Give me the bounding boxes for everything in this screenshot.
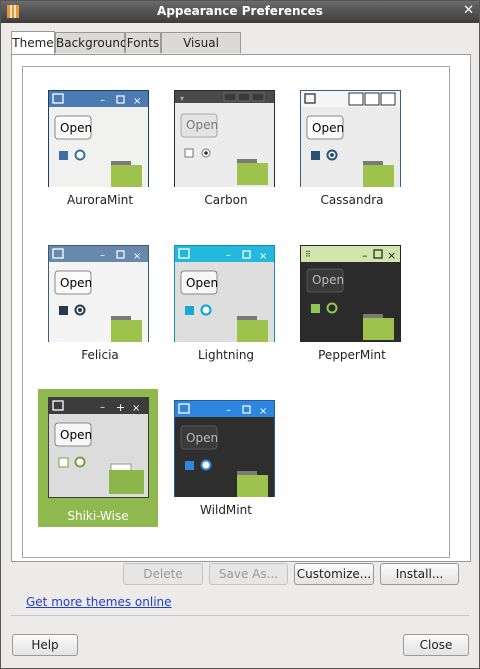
theme-label: Carbon: [204, 193, 248, 207]
svg-text:Open: Open: [60, 428, 92, 442]
delete-button[interactable]: Delete: [123, 563, 203, 585]
theme-label: Felicia: [81, 348, 119, 362]
theme-label: AuroraMint: [66, 193, 134, 207]
svg-text:–: –: [100, 402, 105, 413]
svg-text:×: ×: [259, 251, 267, 262]
theme-preview: – × Open: [174, 400, 275, 497]
svg-text:–: –: [100, 250, 105, 261]
theme-preview: ▾ Open: [174, 90, 275, 187]
theme-panel: – × Open AuroraMint ▾ Open Carbon Open C…: [11, 54, 471, 562]
svg-text:–: –: [226, 405, 231, 416]
theme-preview: – × Open: [48, 245, 149, 342]
appearance-preferences-window: Appearance Preferences ✕ Theme Backgroun…: [0, 0, 480, 669]
close-button[interactable]: Close: [403, 634, 469, 656]
svg-text:Open: Open: [60, 121, 92, 135]
svg-text:▾: ▾: [180, 94, 184, 103]
get-more-themes-link[interactable]: Get more themes online: [26, 595, 172, 609]
svg-text:Open: Open: [60, 276, 92, 290]
window-title: Appearance Preferences: [157, 4, 323, 18]
theme-grid: – × Open AuroraMint ▾ Open Carbon Open C…: [22, 66, 450, 558]
theme-label: Shiki-Wise: [67, 509, 129, 523]
theme-preview: – + × Open: [48, 397, 149, 498]
svg-text:Open: Open: [186, 118, 218, 132]
customize-button[interactable]: Customize...: [294, 563, 374, 585]
title-bar[interactable]: Appearance Preferences ✕: [1, 1, 479, 23]
theme-preview: ⠿ – × Open: [300, 245, 401, 342]
tab-theme[interactable]: Theme: [11, 31, 55, 54]
tab-background[interactable]: Background: [55, 32, 128, 53]
theme-preview: – × Open: [174, 245, 275, 342]
svg-text:⠿: ⠿: [305, 250, 311, 259]
help-button[interactable]: Help: [12, 634, 78, 656]
svg-text:×: ×: [259, 406, 267, 417]
svg-text:×: ×: [133, 96, 141, 107]
theme-item-peppermint[interactable]: ⠿ – × Open PepperMint: [292, 232, 412, 364]
theme-item-auroramint[interactable]: – × Open AuroraMint: [40, 77, 160, 209]
svg-text:Open: Open: [186, 431, 218, 445]
theme-label: WildMint: [200, 503, 252, 517]
tab-fonts[interactable]: Fonts: [125, 32, 161, 53]
tab-visual-effects[interactable]: Visual Effects: [161, 32, 241, 71]
theme-item-shiki-wise[interactable]: – + × Open Shiki-Wise: [38, 389, 158, 527]
theme-item-cassandra[interactable]: Open Cassandra: [292, 77, 412, 209]
footer-separator: [11, 615, 469, 616]
save-as-button[interactable]: Save As...: [209, 563, 288, 585]
svg-text:×: ×: [132, 403, 140, 414]
svg-text:–: –: [362, 249, 368, 262]
theme-item-felicia[interactable]: – × Open Felicia: [40, 232, 160, 364]
svg-text:–: –: [100, 95, 105, 106]
install-button[interactable]: Install...: [380, 563, 459, 585]
close-window-icon[interactable]: ✕: [463, 3, 474, 18]
svg-text:×: ×: [387, 249, 396, 262]
svg-text:Open: Open: [186, 276, 218, 290]
theme-label: Lightning: [197, 348, 255, 362]
svg-text:–: –: [226, 250, 231, 261]
svg-text:+: +: [116, 401, 125, 414]
theme-label: PepperMint: [318, 348, 386, 362]
theme-preview: – × Open: [48, 90, 149, 187]
svg-text:Open: Open: [312, 121, 344, 135]
theme-item-wildmint[interactable]: – × Open WildMint: [166, 387, 286, 519]
svg-text:×: ×: [133, 251, 141, 262]
theme-label: Cassandra: [320, 193, 384, 207]
theme-preview: Open: [300, 90, 401, 187]
theme-item-carbon[interactable]: ▾ Open Carbon: [166, 77, 286, 209]
theme-item-lightning[interactable]: – × Open Lightning: [166, 232, 286, 364]
svg-text:Open: Open: [312, 273, 344, 287]
